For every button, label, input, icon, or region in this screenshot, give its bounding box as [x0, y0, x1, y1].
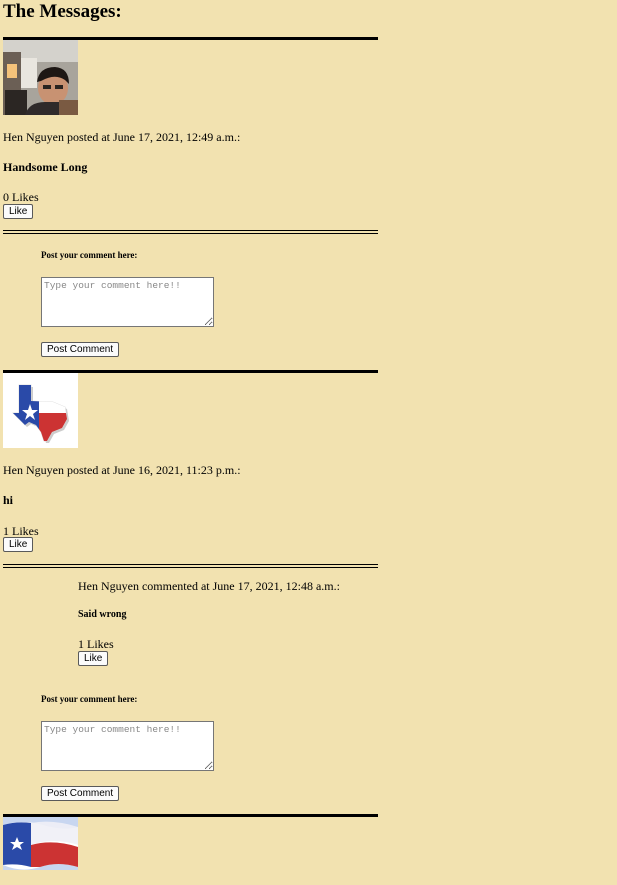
- comment-like-count: 1 Likes: [78, 637, 114, 651]
- like-button[interactable]: Like: [3, 537, 34, 552]
- post-meta: Hen Nguyen posted at June 17, 2021, 12:4…: [3, 130, 241, 144]
- comment-meta: Hen Nguyen commented at June 17, 2021, 1…: [78, 579, 340, 593]
- like-button[interactable]: Like: [3, 204, 34, 219]
- comment-form-label: Post your comment here:: [41, 694, 138, 704]
- texas-flag-icon: [3, 817, 78, 870]
- post-comments-divider: [3, 230, 378, 234]
- texas-map-icon: [3, 373, 78, 448]
- comment-input[interactable]: [41, 277, 214, 327]
- post-comment-button[interactable]: Post Comment: [41, 786, 120, 801]
- comment-form-label: Post your comment here:: [41, 250, 138, 260]
- like-count: 0 Likes: [3, 190, 39, 204]
- comment-like-button[interactable]: Like: [78, 651, 109, 666]
- comment-input[interactable]: [41, 721, 214, 771]
- post-image: [3, 373, 78, 448]
- comment-message: Said wrong: [78, 609, 127, 620]
- post-message: hi: [3, 493, 14, 507]
- post-message: Handsome Long: [3, 160, 88, 174]
- page-title: The Messages:: [3, 1, 122, 22]
- like-count: 1 Likes: [3, 524, 39, 538]
- post-comments-divider: [3, 564, 378, 568]
- post-image: [3, 40, 78, 115]
- post-comment-button[interactable]: Post Comment: [41, 342, 120, 357]
- post-image: [3, 817, 78, 870]
- selfie-photo-icon: [3, 40, 78, 115]
- post-meta: Hen Nguyen posted at June 16, 2021, 11:2…: [3, 463, 241, 477]
